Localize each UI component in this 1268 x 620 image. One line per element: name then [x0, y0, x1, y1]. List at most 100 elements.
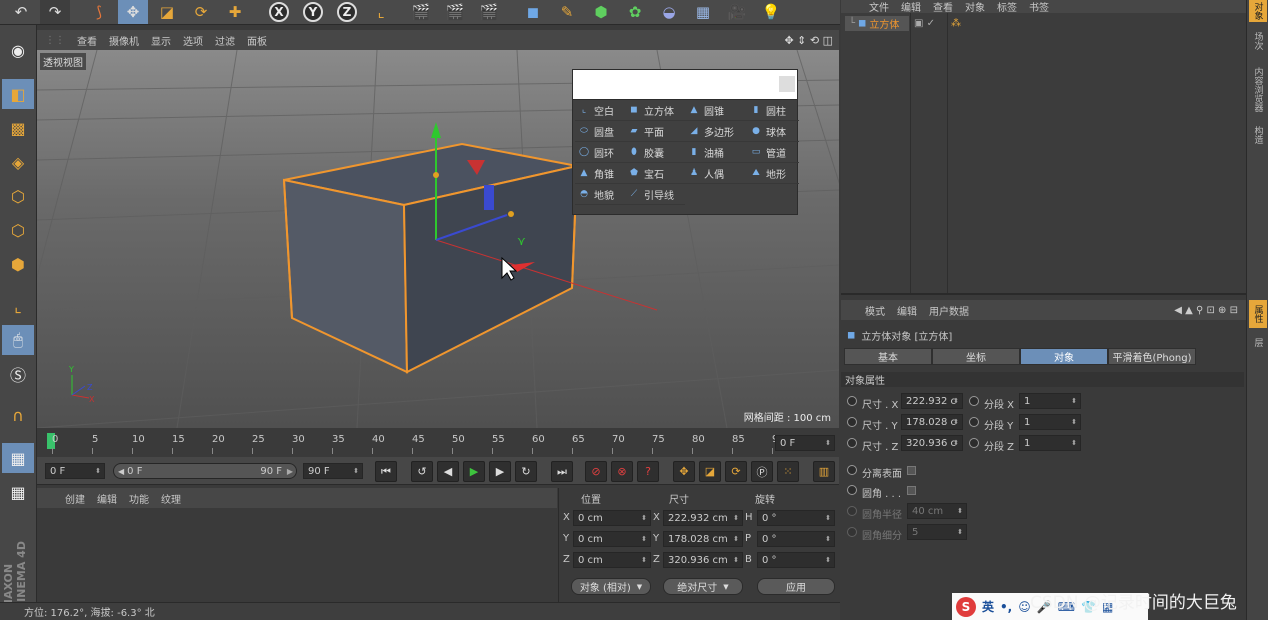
key-param-button[interactable]: Ⓟ — [751, 461, 773, 482]
rtab-attributes[interactable]: 属性 — [1249, 300, 1267, 328]
fillet-radio[interactable] — [847, 485, 857, 495]
viewport-menu-camera[interactable]: 摄像机 — [103, 33, 145, 48]
obj-menu-edit[interactable]: 编辑 — [895, 0, 927, 14]
tab-coord[interactable]: 坐标 — [932, 348, 1020, 365]
attr-menu-userdata[interactable]: 用户数据 — [923, 303, 975, 318]
x-axis-icon[interactable]: X — [264, 0, 294, 24]
workplane-icon[interactable]: ◈ — [2, 147, 34, 177]
object-row-cube[interactable]: └ ◼ 立方体 — [845, 16, 909, 31]
seg-x-radio[interactable] — [969, 396, 979, 406]
viewport-menu-display[interactable]: 显示 — [145, 33, 177, 48]
size-field[interactable]: 178.028 cm ⬍ — [663, 531, 743, 547]
size-x-radio[interactable] — [847, 396, 857, 406]
size-z-radio[interactable] — [847, 438, 857, 448]
palette-item[interactable]: ◢ 多边形 — [685, 121, 747, 142]
attr-nav-icons[interactable]: ◀ ▲ ⚲ ⊡ ⊕ ⊟ — [1174, 305, 1238, 316]
pos-field[interactable]: 0 cm ⬍ — [573, 510, 651, 526]
palette-item[interactable]: ◯ 圆环 — [575, 142, 625, 163]
palette-item[interactable]: ▮ 油桶 — [685, 142, 747, 163]
model-mode-icon[interactable]: ◧ — [2, 79, 34, 109]
size-y-field[interactable]: 178.028 c ⬍ — [901, 414, 963, 430]
obj-menu-file[interactable]: 文件 — [863, 0, 895, 14]
light-icon[interactable]: 💡 — [756, 0, 786, 24]
render-view-icon[interactable]: 🎬 — [406, 0, 436, 24]
tweak-mode-icon[interactable]: 🖱 — [2, 325, 34, 355]
rot-field[interactable]: 0 ° ⬍ — [757, 531, 835, 547]
environment-icon[interactable]: ◒ — [654, 0, 684, 24]
obj-menu-tags[interactable]: 标签 — [991, 0, 1023, 14]
edges-mode-icon[interactable]: ⬡ — [2, 215, 34, 245]
pen-icon[interactable]: ✎ — [552, 0, 582, 24]
undo-icon[interactable]: ↶ — [6, 0, 36, 24]
palette-item[interactable]: ▭ 管道 — [747, 142, 799, 163]
size-z-field[interactable]: 320.936 c ⬍ — [901, 435, 963, 451]
obj-menu-view[interactable]: 查看 — [927, 0, 959, 14]
range-slider[interactable]: ◀ 0 F 90 F ▶ — [113, 463, 297, 479]
move-icon[interactable]: ✥ — [118, 0, 148, 24]
seg-z-field[interactable]: 1 ⬍ — [1019, 435, 1081, 451]
palette-item[interactable]: ◓ 地貌 — [575, 184, 625, 205]
obj-menu-object[interactable]: 对象 — [959, 0, 991, 14]
palette-item[interactable]: ⬮ 胶囊 — [625, 142, 685, 163]
fillet-checkbox[interactable] — [907, 486, 916, 495]
planar-workplane-icon[interactable]: ▦ — [2, 477, 34, 507]
separate-radio[interactable] — [847, 465, 857, 475]
key-scale-button[interactable]: ◪ — [699, 461, 721, 482]
seg-y-radio[interactable] — [969, 417, 979, 427]
goto-end-button[interactable]: ⏭ — [551, 461, 573, 482]
separate-checkbox[interactable] — [907, 466, 916, 475]
coord-mode-dropdown[interactable]: 对象 (相对) ▼ — [571, 578, 651, 595]
palette-close-button[interactable] — [779, 76, 795, 92]
mat-menu-edit[interactable]: 编辑 — [91, 491, 123, 506]
cube-icon[interactable]: ◼ — [518, 0, 548, 24]
tab-basic[interactable]: 基本 — [844, 348, 932, 365]
coord-system-icon[interactable]: ⌞ — [366, 0, 396, 24]
viewport-menu-options[interactable]: 选项 — [177, 33, 209, 48]
palette-item[interactable]: ▲ 圆锥 — [685, 100, 747, 121]
next-key-button[interactable]: ↻ — [515, 461, 537, 482]
apply-button[interactable]: 应用 — [757, 578, 835, 595]
visibility-icon[interactable]: ▣ ✓ — [914, 18, 935, 29]
seg-x-field[interactable]: 1 ⬍ — [1019, 393, 1081, 409]
rtab-content-browser[interactable]: 内容浏览器 — [1249, 60, 1267, 118]
viewport-menu-panel[interactable]: 面板 — [241, 33, 273, 48]
rtab-layers[interactable]: 层 — [1249, 332, 1267, 352]
material-area[interactable] — [37, 508, 557, 602]
size-field[interactable]: 222.932 cm ⬍ — [663, 510, 743, 526]
rotate-icon[interactable]: ⟳ — [186, 0, 216, 24]
rot-field[interactable]: 0 ° ⬍ — [757, 552, 835, 568]
palette-item[interactable]: ⌞ 空白 — [575, 100, 625, 121]
key-rotate-button[interactable]: ⟳ — [725, 461, 747, 482]
palette-item[interactable]: ◼ 立方体 — [625, 100, 685, 121]
seg-y-field[interactable]: 1 ⬍ — [1019, 414, 1081, 430]
play-button[interactable]: ▶ — [463, 461, 485, 482]
viewport-menu-filter[interactable]: 过滤 — [209, 33, 241, 48]
size-field[interactable]: 320.936 cm ⬍ — [663, 552, 743, 568]
palette-item[interactable]: ⛰ 地形 — [747, 163, 799, 184]
mat-menu-texture[interactable]: 纹理 — [155, 491, 187, 506]
palette-item[interactable]: ▮ 圆柱 — [747, 100, 799, 121]
axis-mode-icon[interactable]: ⌞ — [2, 291, 34, 321]
autokey-button[interactable]: ⊗ — [611, 461, 633, 482]
y-axis-icon[interactable]: Y — [298, 0, 328, 24]
prev-frame-button[interactable]: ◀ — [437, 461, 459, 482]
palette-item[interactable]: ⬟ 宝石 — [625, 163, 685, 184]
rtab-structure[interactable]: 构造 — [1249, 122, 1267, 148]
goto-start-button[interactable]: ⏮ — [375, 461, 397, 482]
start-frame-field[interactable]: 0 F ⬍ — [45, 463, 105, 479]
timeline-window-button[interactable]: ▥ — [813, 461, 835, 482]
render-picture-icon[interactable]: 🎬 — [440, 0, 470, 24]
add-icon[interactable]: ✚ — [220, 0, 250, 24]
texture-mode-icon[interactable]: ▩ — [2, 113, 34, 143]
key-move-button[interactable]: ✥ — [673, 461, 695, 482]
pos-field[interactable]: 0 cm ⬍ — [573, 552, 651, 568]
palette-item[interactable]: ▰ 平面 — [625, 121, 685, 142]
next-frame-button[interactable]: ▶ — [489, 461, 511, 482]
end-frame-field[interactable]: 90 F ⬍ — [303, 463, 363, 479]
deformer-icon[interactable]: ✿ — [620, 0, 650, 24]
generator-icon[interactable]: ⬢ — [586, 0, 616, 24]
camera-icon[interactable]: 🎥 — [722, 0, 752, 24]
rtab-takes[interactable]: 场次 — [1249, 26, 1267, 56]
z-axis-icon[interactable]: Z — [332, 0, 362, 24]
viewport-menu-view[interactable]: 查看 — [71, 33, 103, 48]
